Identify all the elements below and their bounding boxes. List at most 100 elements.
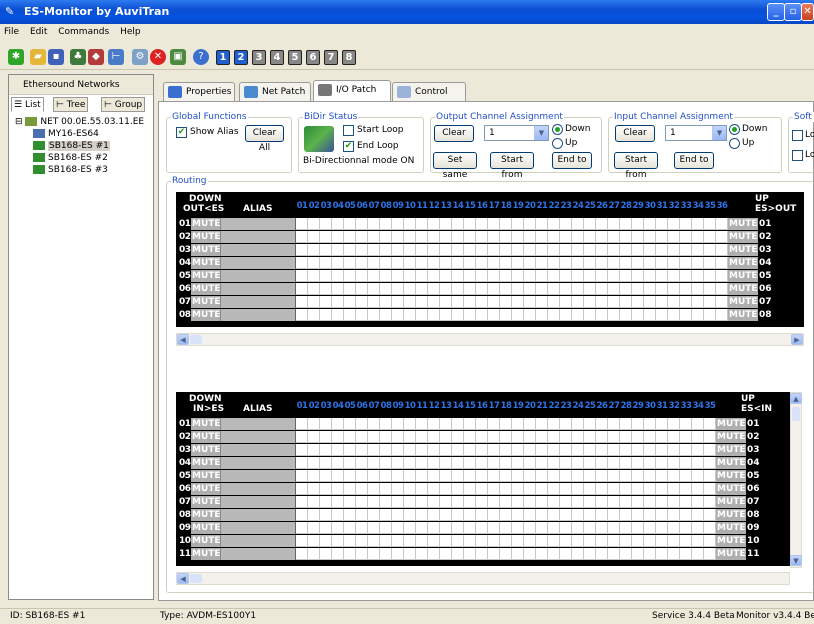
routing-cell[interactable] (404, 269, 416, 282)
routing-cell[interactable] (644, 217, 656, 230)
routing-cell[interactable] (320, 430, 332, 443)
routing-cell[interactable] (644, 282, 656, 295)
routing-cell[interactable] (332, 534, 344, 547)
routing-cell[interactable] (344, 456, 356, 469)
routing-cell[interactable] (296, 534, 308, 547)
alias-field[interactable] (221, 243, 296, 256)
routing-cell[interactable] (440, 469, 452, 482)
routing-cell[interactable] (668, 243, 680, 256)
alias-field[interactable] (221, 443, 296, 456)
routing-cell[interactable] (584, 508, 596, 521)
routing-cell[interactable] (332, 430, 344, 443)
routing-cell[interactable] (704, 282, 716, 295)
routing-cell[interactable] (416, 295, 428, 308)
routing-cell[interactable] (680, 256, 692, 269)
routing-cell[interactable] (680, 217, 692, 230)
routing-cell[interactable] (404, 430, 416, 443)
routing-cell[interactable] (560, 469, 572, 482)
routing-cell[interactable] (392, 256, 404, 269)
routing-cell[interactable] (632, 521, 644, 534)
routing-cell[interactable] (452, 230, 464, 243)
routing-cell[interactable] (308, 243, 320, 256)
routing-cell[interactable] (332, 547, 344, 560)
mute-label[interactable]: MUTE (191, 456, 221, 469)
routing-cell[interactable] (536, 443, 548, 456)
routing-cell[interactable] (476, 456, 488, 469)
routing-cell[interactable] (548, 495, 560, 508)
alias-field[interactable] (221, 430, 296, 443)
routing-cell[interactable] (356, 495, 368, 508)
routing-cell[interactable] (584, 534, 596, 547)
routing-cell[interactable] (620, 256, 632, 269)
routing-cell[interactable] (356, 269, 368, 282)
routing-cell[interactable] (404, 456, 416, 469)
routing-cell[interactable] (704, 482, 716, 495)
routing-cell[interactable] (428, 495, 440, 508)
routing-cell[interactable] (560, 495, 572, 508)
routing-cell[interactable] (488, 456, 500, 469)
routing-cell[interactable] (668, 469, 680, 482)
alias-field[interactable] (221, 456, 296, 469)
mute-label[interactable]: MUTE (191, 243, 221, 256)
mute-label[interactable]: MUTE (191, 430, 221, 443)
routing-cell[interactable] (344, 495, 356, 508)
routing-cell[interactable] (680, 495, 692, 508)
routing-cell[interactable] (668, 230, 680, 243)
routing-cell[interactable] (620, 308, 632, 321)
routing-cell[interactable] (368, 469, 380, 482)
routing-cell[interactable] (560, 430, 572, 443)
routing-cell[interactable] (380, 269, 392, 282)
routing-cell[interactable] (584, 230, 596, 243)
routing-cell[interactable] (536, 295, 548, 308)
routing-cell[interactable] (344, 308, 356, 321)
page-5-button[interactable]: 5 (288, 50, 302, 65)
routing-cell[interactable] (524, 269, 536, 282)
routing-cell[interactable] (584, 282, 596, 295)
routing-cell[interactable] (440, 417, 452, 430)
routing-cell[interactable] (692, 417, 704, 430)
routing-cell[interactable] (356, 243, 368, 256)
routing-cell[interactable] (716, 243, 728, 256)
routing-cell[interactable] (668, 456, 680, 469)
routing-cell[interactable] (488, 217, 500, 230)
routing-cell[interactable] (320, 217, 332, 230)
routing-cell[interactable] (692, 469, 704, 482)
routing-cell[interactable] (416, 217, 428, 230)
routing-cell[interactable] (524, 534, 536, 547)
routing-cell[interactable] (512, 282, 524, 295)
routing-cell[interactable] (428, 469, 440, 482)
routing-cell[interactable] (644, 482, 656, 495)
routing-cell[interactable] (452, 443, 464, 456)
alias-field[interactable] (221, 256, 296, 269)
routing-cell[interactable] (596, 521, 608, 534)
routing-cell[interactable] (428, 443, 440, 456)
tree-item-device[interactable]: SB168-ES #1 (33, 141, 110, 151)
save-icon[interactable]: ▪ (48, 49, 64, 65)
routing-cell[interactable] (404, 282, 416, 295)
routing-cell[interactable] (536, 269, 548, 282)
routing-cell[interactable] (344, 534, 356, 547)
routing-cell[interactable] (560, 308, 572, 321)
routing-cell[interactable] (560, 269, 572, 282)
alias-field[interactable] (221, 230, 296, 243)
tree-item-device[interactable]: MY16-ES64 (33, 129, 99, 139)
routing-cell[interactable] (608, 534, 620, 547)
routing-cell[interactable] (608, 417, 620, 430)
routing-cell[interactable] (404, 469, 416, 482)
output-end-to-button[interactable]: End to (552, 152, 592, 169)
routing-cell[interactable] (560, 534, 572, 547)
routing-cell[interactable] (428, 282, 440, 295)
routing-cell[interactable] (572, 547, 584, 560)
routing-cell[interactable] (644, 521, 656, 534)
routing-cell[interactable] (428, 417, 440, 430)
alias-field[interactable] (221, 217, 296, 230)
routing-cell[interactable] (404, 443, 416, 456)
routing-cell[interactable] (632, 469, 644, 482)
scroll-thumb[interactable] (792, 407, 800, 421)
routing-cell[interactable] (476, 495, 488, 508)
routing-cell[interactable] (632, 230, 644, 243)
routing-cell[interactable] (392, 521, 404, 534)
routing-cell[interactable] (536, 308, 548, 321)
routing-cell[interactable] (692, 547, 704, 560)
routing-cell[interactable] (656, 508, 668, 521)
